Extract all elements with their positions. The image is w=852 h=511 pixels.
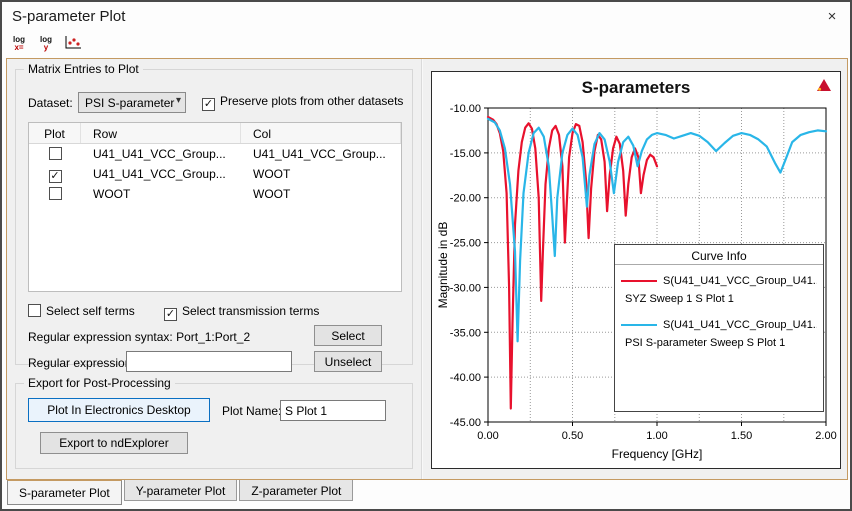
svg-text:Magnitude in dB: Magnitude in dB: [436, 222, 450, 309]
s-parameter-plot-dialog: S-parameter Plot × log x= log y Matrix E…: [0, 0, 852, 511]
legend-sweep-label: SYZ Sweep 1 S Plot 1: [621, 287, 817, 309]
cyan-curve-sample-icon: [621, 324, 657, 326]
matrix-entries-group: Matrix Entries to Plot Dataset: PSI S-pa…: [15, 69, 413, 365]
table-row[interactable]: ✓ U41_U41_VCC_Group... WOOT: [29, 164, 401, 184]
legend-entry: S(U41_U41_VCC_Group_U41... PSI S-paramet…: [615, 309, 823, 353]
row-plot-checkbox[interactable]: ✓: [49, 170, 62, 183]
select-transmission-terms-label: Select transmission terms: [182, 304, 319, 318]
column-header-plot: Plot: [29, 123, 81, 143]
svg-text:2.00: 2.00: [815, 430, 836, 442]
pane-divider: [421, 59, 423, 479]
svg-text:0.00: 0.00: [477, 430, 498, 442]
column-header-col: Col: [241, 123, 401, 143]
chart-panel: S-parameters 0.00 0.50 1.00 1.50 2.00 -10.00 -…: [431, 71, 841, 469]
close-icon[interactable]: ×: [822, 7, 842, 27]
preserve-plots-checkbox[interactable]: ✓ Preserve plots from other datasets: [202, 94, 403, 111]
svg-text:-35.00: -35.00: [450, 327, 481, 339]
row-plot-checkbox[interactable]: [49, 147, 62, 160]
toolbar: log x= log y: [8, 32, 84, 56]
svg-text:-45.00: -45.00: [450, 417, 481, 429]
checkbox-icon: ✓: [202, 98, 215, 111]
bottom-tabstrip: S-parameter Plot Y-parameter Plot Z-para…: [2, 480, 850, 511]
chart-title: S-parameters: [432, 78, 840, 98]
svg-text:Frequency [GHz]: Frequency [GHz]: [612, 447, 703, 461]
table-row[interactable]: U41_U41_VCC_Group... U41_U41_VCC_Group..…: [29, 144, 401, 164]
log-x-axis-button[interactable]: log x=: [8, 34, 30, 54]
row-cell: U41_U41_VCC_Group...: [81, 167, 241, 181]
select-transmission-terms-checkbox[interactable]: ✓ Select transmission terms: [164, 304, 319, 321]
svg-text:-25.00: -25.00: [450, 238, 481, 250]
tab-s-parameter-plot[interactable]: S-parameter Plot: [7, 480, 122, 505]
checkbox-icon: ✓: [164, 308, 177, 321]
curve-info-legend: Curve Info S(U41_U41_VCC_Group_U41... SY…: [614, 244, 824, 412]
scatter-plot-button[interactable]: [62, 34, 84, 54]
row-plot-checkbox[interactable]: [49, 187, 62, 200]
red-curve-sample-icon: [621, 280, 657, 282]
scatter-plot-icon: [64, 35, 82, 53]
dataset-dropdown[interactable]: PSI S-parameter ▾: [78, 92, 186, 113]
tab-y-parameter-plot[interactable]: Y-parameter Plot: [124, 480, 238, 501]
select-button[interactable]: Select: [314, 325, 382, 346]
legend-title: Curve Info: [615, 245, 823, 265]
plot-in-electronics-desktop-button[interactable]: Plot In Electronics Desktop: [28, 398, 210, 422]
ansys-logo-icon: [816, 78, 832, 95]
export-to-ndexplorer-button[interactable]: Export to ndExplorer: [40, 432, 188, 454]
svg-text:-15.00: -15.00: [450, 148, 481, 160]
plot-name-input[interactable]: [280, 400, 386, 421]
row-cell: WOOT: [81, 187, 241, 201]
table-header: Plot Row Col: [29, 123, 401, 144]
dataset-dropdown-value: PSI S-parameter: [85, 96, 174, 110]
col-cell: U41_U41_VCC_Group...: [241, 147, 401, 161]
chevron-down-icon: ▾: [176, 95, 181, 106]
col-cell: WOOT: [241, 187, 401, 201]
svg-text:1.50: 1.50: [731, 430, 752, 442]
export-group: Export for Post-Processing Plot In Elect…: [15, 383, 413, 469]
regex-label: Regular expression:: [28, 356, 135, 370]
log-y-axis-button[interactable]: log y: [35, 34, 57, 54]
svg-text:0.50: 0.50: [562, 430, 583, 442]
checkbox-icon: [28, 304, 41, 317]
row-cell: U41_U41_VCC_Group...: [81, 147, 241, 161]
unselect-button[interactable]: Unselect: [314, 351, 382, 372]
legend-curve-name: S(U41_U41_VCC_Group_U41...: [663, 319, 817, 331]
legend-entry: S(U41_U41_VCC_Group_U41... SYZ Sweep 1 S…: [615, 265, 823, 309]
table-row[interactable]: WOOT WOOT: [29, 184, 401, 204]
plot-name-label: Plot Name:: [222, 404, 281, 418]
regex-input[interactable]: [126, 351, 292, 372]
select-self-terms-checkbox[interactable]: Select self terms: [28, 304, 135, 318]
dialog-content: Matrix Entries to Plot Dataset: PSI S-pa…: [6, 58, 848, 480]
svg-text:1.00: 1.00: [646, 430, 667, 442]
preserve-plots-label: Preserve plots from other datasets: [220, 94, 403, 108]
svg-text:-20.00: -20.00: [450, 193, 481, 205]
matrix-entries-table: Plot Row Col U41_U41_VCC_Group... U41_U4…: [28, 122, 402, 292]
col-cell: WOOT: [241, 167, 401, 181]
window-title: S-parameter Plot: [12, 8, 125, 25]
export-group-title: Export for Post-Processing: [24, 376, 175, 390]
legend-curve-name: S(U41_U41_VCC_Group_U41...: [663, 275, 817, 287]
svg-text:-30.00: -30.00: [450, 282, 481, 294]
matrix-entries-group-title: Matrix Entries to Plot: [24, 62, 143, 76]
dataset-label: Dataset:: [28, 96, 73, 110]
tab-z-parameter-plot[interactable]: Z-parameter Plot: [239, 480, 353, 501]
column-header-row: Row: [81, 123, 241, 143]
svg-text:-10.00: -10.00: [450, 103, 481, 115]
svg-text:-40.00: -40.00: [450, 372, 481, 384]
select-self-terms-label: Select self terms: [46, 304, 135, 318]
titlebar: S-parameter Plot ×: [2, 2, 850, 32]
legend-sweep-label: PSI S-parameter Sweep S Plot 1: [621, 331, 817, 353]
regex-syntax-label: Regular expression syntax: Port_1:Port_2: [28, 330, 250, 344]
